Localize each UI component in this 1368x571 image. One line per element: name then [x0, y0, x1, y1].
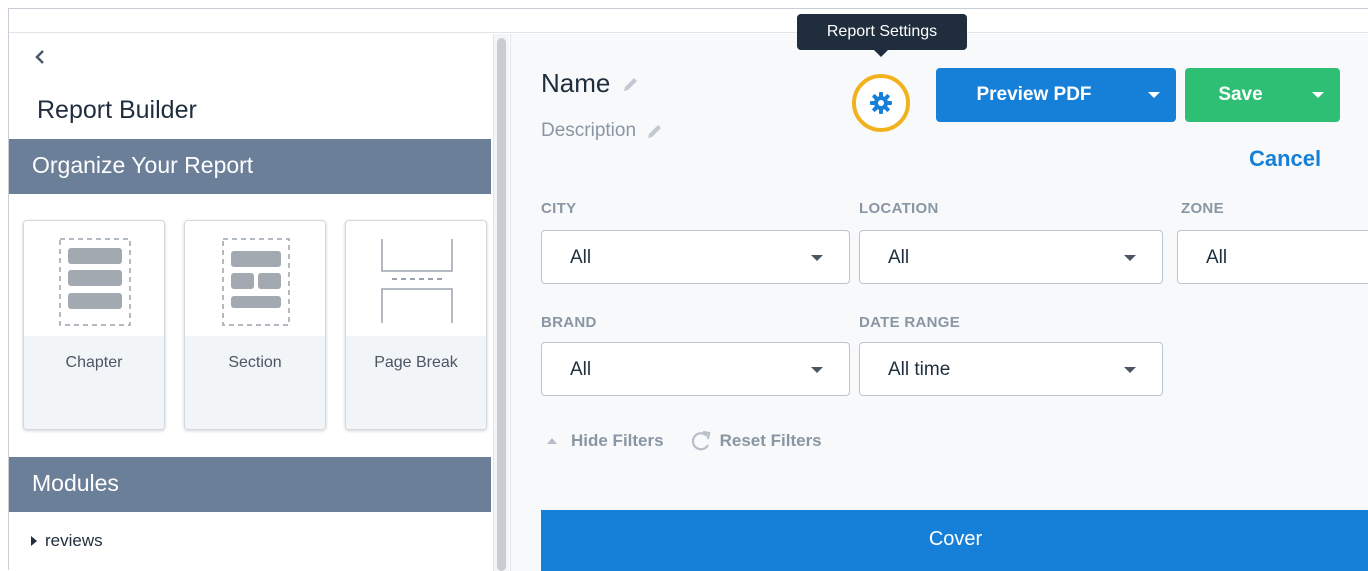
brand-filter-value: All	[570, 359, 592, 380]
report-name-text: Name	[541, 68, 611, 98]
brand-filter-label: BRAND	[541, 314, 597, 331]
cover-chapter-bar[interactable]: Cover	[541, 510, 1368, 571]
save-label: Save	[1218, 84, 1263, 105]
gear-icon	[870, 92, 892, 114]
chevron-left-icon[interactable]	[35, 50, 45, 64]
chapter-tile[interactable]: Chapter	[23, 220, 165, 430]
section-label: Section	[185, 336, 325, 429]
report-settings-tooltip: Report Settings	[797, 14, 967, 57]
modules-header: Modules	[9, 457, 491, 512]
date-range-filter-value: All time	[888, 359, 951, 380]
location-filter-value: All	[888, 247, 910, 268]
caret-up-icon	[547, 438, 557, 444]
reset-filters-button[interactable]: Reset Filters	[720, 431, 822, 451]
refresh-icon	[691, 430, 710, 451]
scrollbar-thumb[interactable]	[497, 38, 506, 571]
module-item-reviews[interactable]: reviews	[31, 531, 103, 551]
sidebar-title: Report Builder	[37, 96, 197, 124]
save-button[interactable]: Save	[1185, 68, 1340, 122]
date-range-filter-select[interactable]: All time	[859, 342, 1163, 396]
filter-actions: Hide Filters Reset Filters	[547, 430, 822, 452]
hide-filters-button[interactable]: Hide Filters	[571, 431, 664, 451]
app-frame: Report Builder Organize Your Report Chap…	[8, 8, 1368, 571]
brand-filter-select[interactable]: All	[541, 342, 850, 396]
date-range-filter-label: DATE RANGE	[859, 314, 961, 331]
city-filter-value: All	[570, 247, 592, 268]
chevron-down-icon	[811, 255, 823, 261]
report-description-text: Description	[541, 120, 637, 141]
section-icon	[185, 221, 325, 336]
preview-options-dropdown[interactable]	[1132, 68, 1176, 122]
organize-header: Organize Your Report	[9, 139, 491, 194]
report-builder-sidebar: Report Builder Organize Your Report Chap…	[9, 34, 491, 571]
chevron-down-icon	[1124, 367, 1136, 373]
page-break-icon	[346, 221, 486, 336]
report-description[interactable]: Description	[541, 120, 664, 142]
chevron-down-icon	[1312, 92, 1324, 98]
caret-right-icon	[31, 536, 37, 546]
report-name[interactable]: Name	[541, 68, 640, 99]
report-editor: Name Description Report Settings Preview…	[510, 14, 1368, 571]
city-filter-label: CITY	[541, 200, 577, 217]
zone-filter-value: All	[1206, 247, 1228, 268]
cancel-link[interactable]: Cancel	[1249, 146, 1321, 172]
chevron-down-icon	[1124, 255, 1136, 261]
page-break-tile[interactable]: Page Break	[345, 220, 487, 430]
sidebar-scrollbar[interactable]	[493, 34, 509, 571]
top-bar	[9, 9, 1368, 33]
location-filter-select[interactable]: All	[859, 230, 1163, 284]
preview-pdf-label: Preview PDF	[976, 84, 1092, 105]
module-item-label: reviews	[45, 531, 103, 550]
report-settings-button[interactable]	[852, 74, 910, 132]
page-break-label: Page Break	[346, 336, 486, 429]
pencil-icon[interactable]	[646, 122, 664, 140]
chevron-down-icon	[1148, 92, 1160, 98]
preview-pdf-button[interactable]: Preview PDF	[936, 68, 1176, 122]
section-tile[interactable]: Section	[184, 220, 326, 430]
chevron-down-icon	[811, 367, 823, 373]
zone-filter-select[interactable]: All	[1177, 230, 1368, 284]
city-filter-select[interactable]: All	[541, 230, 850, 284]
location-filter-label: LOCATION	[859, 200, 939, 217]
pencil-icon[interactable]	[622, 75, 640, 93]
chapter-label: Chapter	[24, 336, 164, 429]
zone-filter-label: ZONE	[1181, 200, 1224, 217]
chapter-icon	[24, 221, 164, 336]
save-options-dropdown[interactable]	[1296, 68, 1340, 122]
